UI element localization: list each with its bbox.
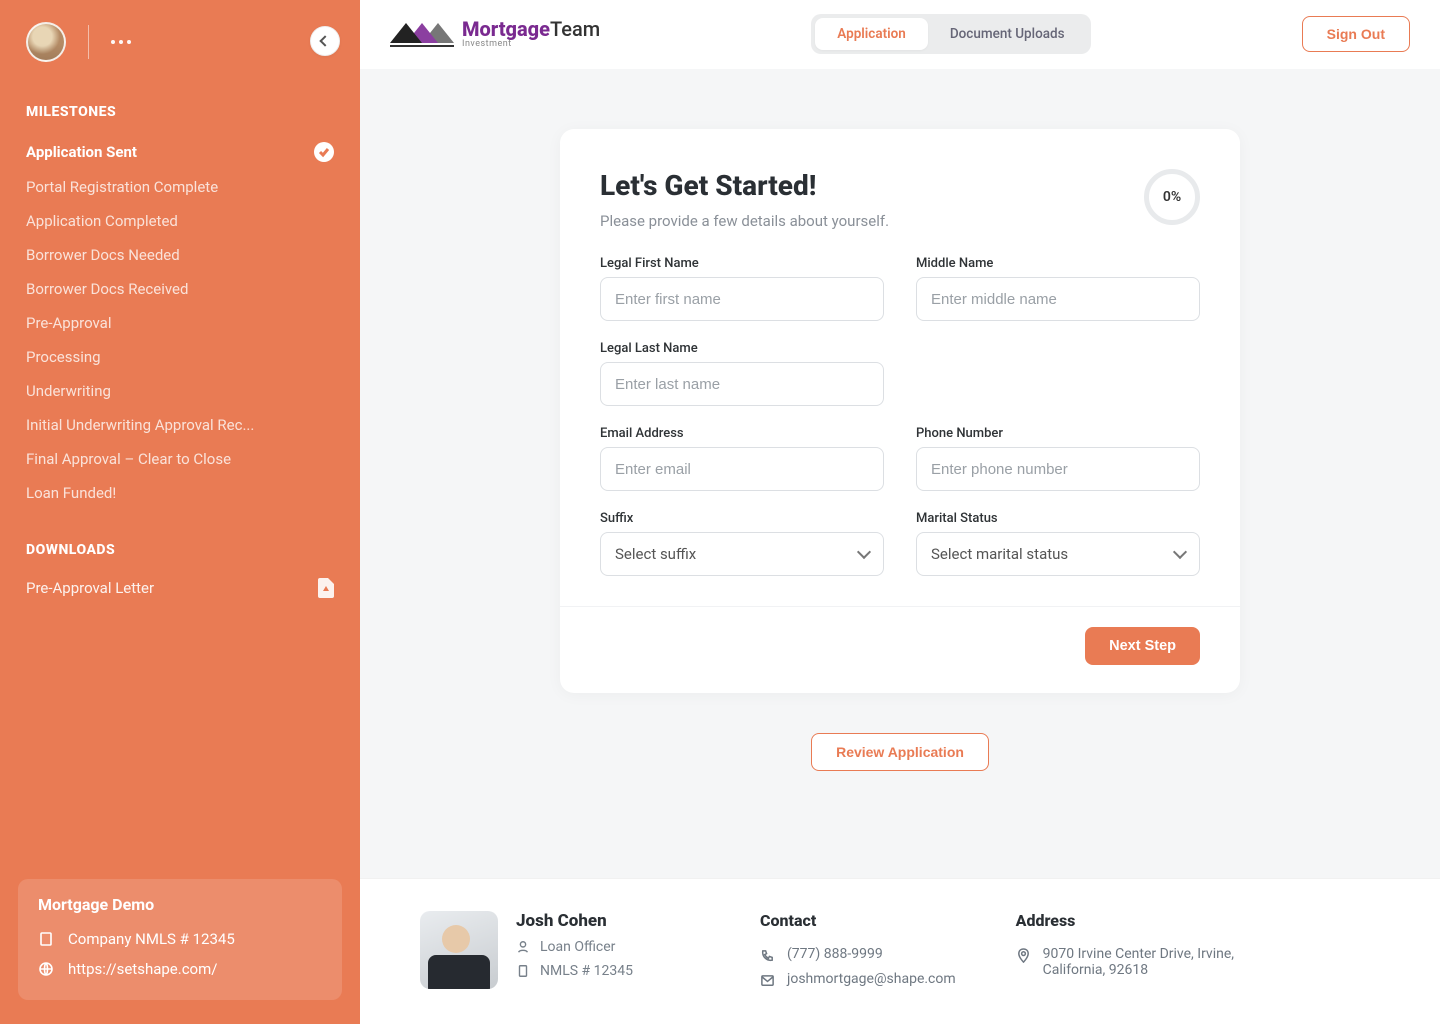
chevron-down-icon <box>1173 545 1187 559</box>
form-subtitle: Please provide a few details about yours… <box>600 212 889 230</box>
suffix-placeholder: Select suffix <box>615 545 696 563</box>
middle-name-label: Middle Name <box>916 256 1200 271</box>
marital-placeholder: Select marital status <box>931 545 1068 563</box>
first-name-input[interactable] <box>600 277 884 321</box>
officer-nmls-row: NMLS # 12345 <box>516 955 633 979</box>
brand-logo: MortgageTeam Investment <box>390 19 600 49</box>
milestone-item[interactable]: Loan Funded! <box>18 476 342 510</box>
sign-out-button[interactable]: Sign Out <box>1302 16 1410 52</box>
file-upload-icon <box>318 578 334 598</box>
company-url: https://setshape.com/ <box>68 960 217 978</box>
milestone-item[interactable]: Final Approval – Clear to Close <box>18 442 342 476</box>
mail-icon <box>760 973 775 988</box>
address-block: Address 9070 Irvine Center Drive, Irvine… <box>1016 911 1276 982</box>
download-label: Pre-Approval Letter <box>26 579 154 597</box>
user-avatar[interactable] <box>26 22 66 62</box>
milestone-label: Application Completed <box>26 212 178 230</box>
check-icon <box>314 142 334 162</box>
phone-label: Phone Number <box>916 426 1200 441</box>
email-label: Email Address <box>600 426 884 441</box>
phone-icon <box>760 948 775 963</box>
middle-name-input[interactable] <box>916 277 1200 321</box>
milestone-label: Underwriting <box>26 382 111 400</box>
company-url-row[interactable]: https://setshape.com/ <box>38 954 322 984</box>
form-card: Let's Get Started! Please provide a few … <box>560 129 1240 693</box>
address-text: 9070 Irvine Center Drive, Irvine, Califo… <box>1043 946 1276 978</box>
address-row: 9070 Irvine Center Drive, Irvine, Califo… <box>1016 942 1276 982</box>
tab-application[interactable]: Application <box>815 18 928 50</box>
milestone-label: Processing <box>26 348 101 366</box>
more-menu-icon[interactable] <box>111 40 131 44</box>
milestone-item[interactable]: Portal Registration Complete <box>18 170 342 204</box>
first-name-label: Legal First Name <box>600 256 884 271</box>
page-footer: Josh Cohen Loan Officer NMLS # 12345 Con… <box>360 878 1440 1024</box>
logo-icon <box>390 19 454 49</box>
milestone-label: Borrower Docs Received <box>26 280 188 298</box>
contact-phone-row: (777) 888-9999 <box>760 942 956 967</box>
suffix-select[interactable]: Select suffix <box>600 532 884 576</box>
milestone-item[interactable]: Underwriting <box>18 374 342 408</box>
marital-label: Marital Status <box>916 511 1200 526</box>
milestone-item[interactable]: Initial Underwriting Approval Rec... <box>18 408 342 442</box>
topbar: MortgageTeam Investment ApplicationDocum… <box>360 0 1440 69</box>
milestone-label: Borrower Docs Needed <box>26 246 180 264</box>
phone-input[interactable] <box>916 447 1200 491</box>
sidebar: MILESTONES Application Sent Portal Regist… <box>0 0 360 1024</box>
contact-title: Contact <box>760 911 956 930</box>
milestone-label: Application Sent <box>26 143 137 161</box>
next-step-button[interactable]: Next Step <box>1085 627 1200 665</box>
logo-text: MortgageTeam <box>462 19 600 39</box>
milestone-label: Portal Registration Complete <box>26 178 218 196</box>
user-icon <box>516 940 530 954</box>
milestone-label: Final Approval – Clear to Close <box>26 450 231 468</box>
address-title: Address <box>1016 911 1276 930</box>
tab-document-uploads[interactable]: Document Uploads <box>928 18 1087 50</box>
milestone-item[interactable]: Pre-Approval <box>18 306 342 340</box>
chevron-left-icon <box>319 35 330 46</box>
milestone-item[interactable]: Application Sent <box>18 134 342 170</box>
chevron-down-icon <box>857 545 871 559</box>
contact-block: Contact (777) 888-9999 joshmortgage@shap… <box>760 911 956 992</box>
milestone-item[interactable]: Borrower Docs Needed <box>18 238 342 272</box>
email-input[interactable] <box>600 447 884 491</box>
tab-switch: ApplicationDocument Uploads <box>811 14 1090 54</box>
milestone-label: Initial Underwriting Approval Rec... <box>26 416 254 434</box>
contact-email: joshmortgage@shape.com <box>787 971 956 987</box>
contact-email-row: joshmortgage@shape.com <box>760 967 956 992</box>
milestone-item[interactable]: Processing <box>18 340 342 374</box>
milestones-heading: MILESTONES <box>0 72 360 130</box>
officer-role: Loan Officer <box>540 939 615 955</box>
officer-role-row: Loan Officer <box>516 931 633 955</box>
milestone-item[interactable]: Borrower Docs Received <box>18 272 342 306</box>
company-name: Mortgage Demo <box>38 895 322 914</box>
last-name-input[interactable] <box>600 362 884 406</box>
collapse-sidebar-button[interactable] <box>310 26 340 56</box>
loan-officer-block: Josh Cohen Loan Officer NMLS # 12345 <box>420 911 700 989</box>
review-application-button[interactable]: Review Application <box>811 733 989 771</box>
form-title: Let's Get Started! <box>600 169 889 202</box>
company-nmls-row: Company NMLS # 12345 <box>38 924 322 954</box>
progress-label: 0% <box>1163 189 1181 205</box>
globe-icon <box>38 961 54 977</box>
milestone-item[interactable]: Application Completed <box>18 204 342 238</box>
marital-select[interactable]: Select marital status <box>916 532 1200 576</box>
milestone-label: Loan Funded! <box>26 484 116 502</box>
building-icon <box>38 931 54 947</box>
building-icon <box>516 964 530 978</box>
download-item[interactable]: Pre-Approval Letter <box>0 568 360 608</box>
downloads-heading: DOWNLOADS <box>0 514 360 568</box>
officer-name: Josh Cohen <box>516 911 633 931</box>
milestone-label: Pre-Approval <box>26 314 111 332</box>
progress-indicator: 0% <box>1144 169 1200 225</box>
pin-icon <box>1016 948 1031 963</box>
company-nmls: Company NMLS # 12345 <box>68 930 235 948</box>
suffix-label: Suffix <box>600 511 884 526</box>
company-card: Mortgage Demo Company NMLS # 12345 https… <box>18 879 342 1000</box>
last-name-label: Legal Last Name <box>600 341 884 356</box>
officer-photo <box>420 911 498 989</box>
officer-nmls: NMLS # 12345 <box>540 963 633 979</box>
divider <box>88 25 89 59</box>
contact-phone: (777) 888-9999 <box>787 946 883 962</box>
